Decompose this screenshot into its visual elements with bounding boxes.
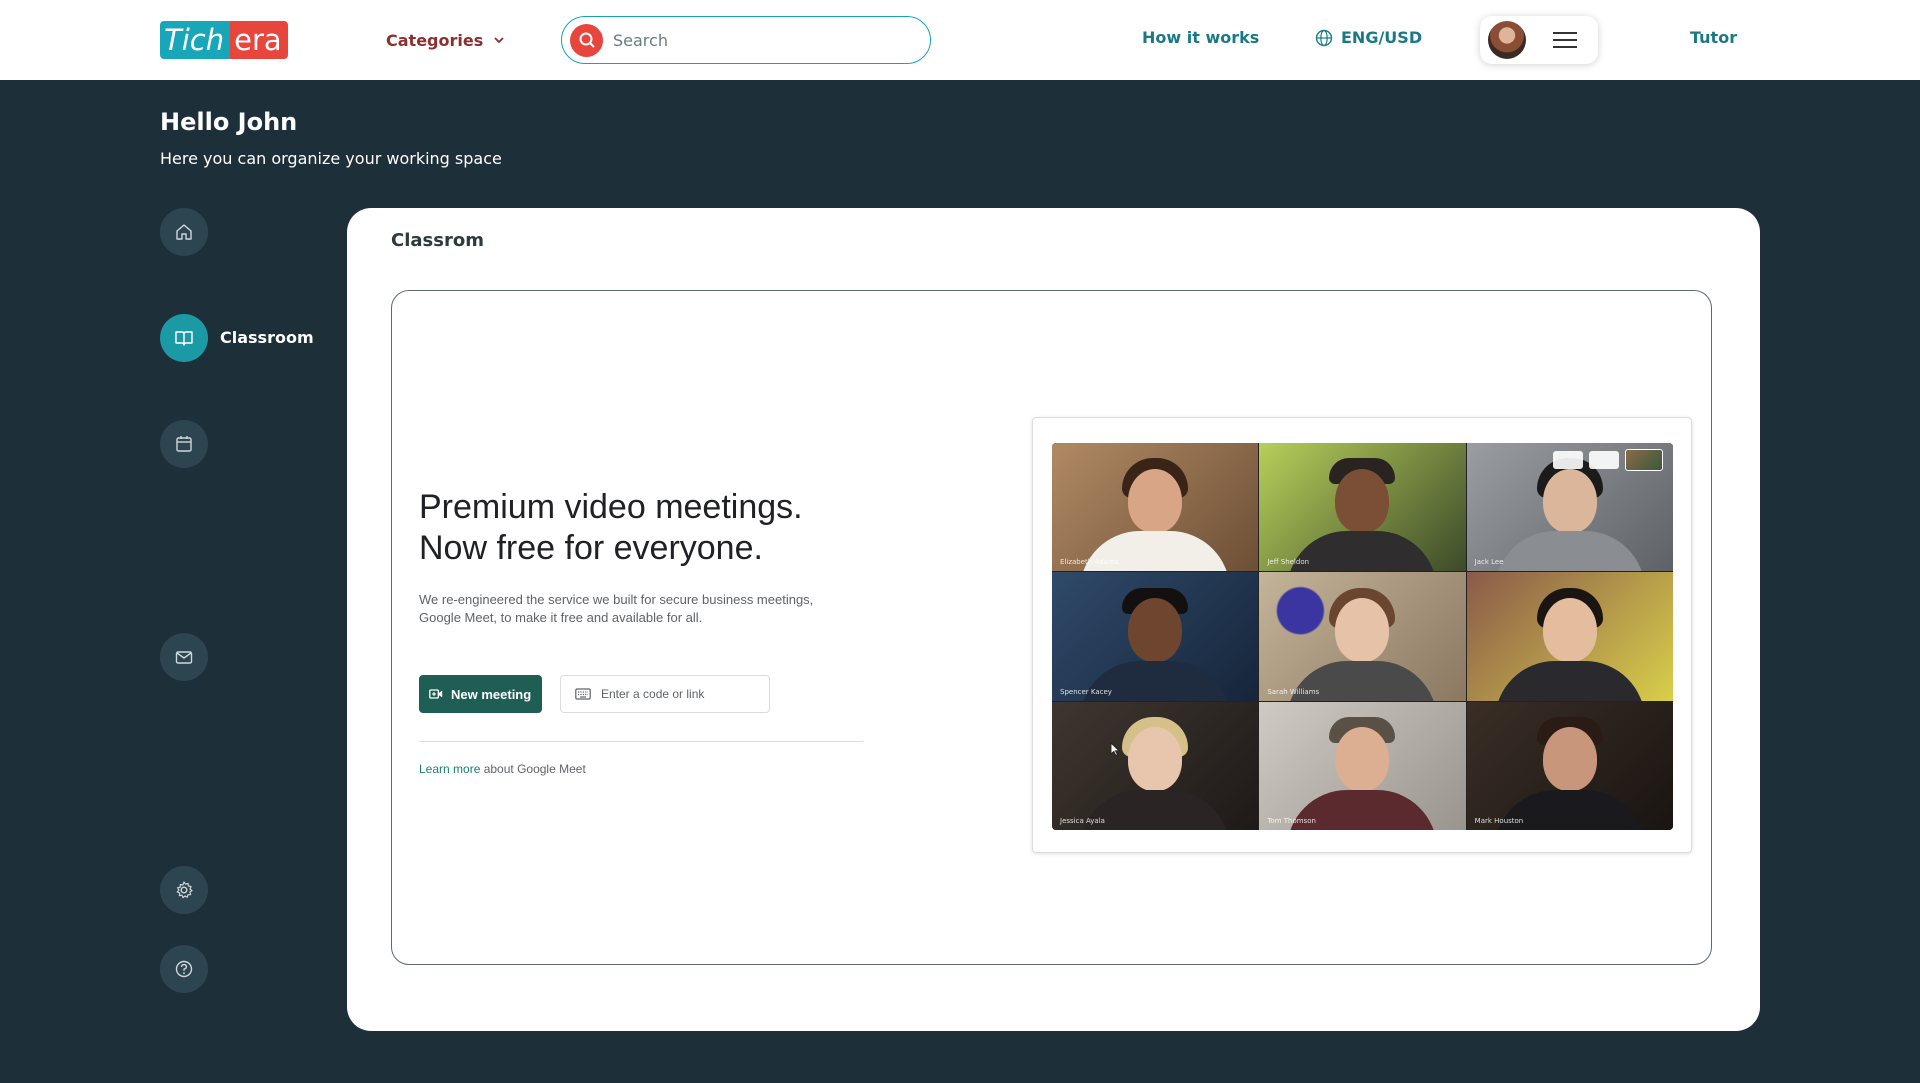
meeting-code-input[interactable] [601, 687, 761, 701]
help-icon [175, 960, 193, 978]
gear-icon [176, 881, 193, 899]
book-icon [175, 331, 193, 346]
participant-name: Jessica Ayala [1060, 816, 1105, 825]
divider [419, 741, 863, 742]
classroom-card: Classrom Premium video meetings. Now fre… [347, 208, 1760, 1031]
video-camera-icon [429, 689, 443, 699]
learn-more-text: Learn more about Google Meet [419, 762, 586, 776]
participant-tile: Sarah Williams [1259, 572, 1466, 701]
categories-dropdown[interactable]: Categories [386, 26, 506, 54]
participant-tile: Elizabeth Adams [1052, 443, 1259, 572]
tutor-link[interactable]: Tutor [1690, 28, 1737, 47]
top-navigation-bar: Tich era Categories How it works ENG/USD… [0, 0, 1920, 80]
participants-icon[interactable] [1552, 451, 1583, 469]
greeting-title: Hello John [160, 108, 298, 136]
meeting-controls [1552, 449, 1663, 471]
globe-icon [1315, 29, 1333, 46]
participant-tile: Mark Houston [1466, 701, 1673, 830]
new-meeting-label: New meeting [451, 686, 532, 702]
meet-headline-line-1: Premium video meetings. [419, 488, 803, 526]
user-menu-button[interactable] [1480, 16, 1598, 64]
mouse-cursor-icon [1110, 742, 1120, 756]
tichera-logo[interactable]: Tich era [160, 21, 288, 59]
meet-description: We re-engineered the service we built fo… [419, 592, 814, 625]
participant-tile: Jack Lee [1466, 443, 1673, 572]
greeting-subtitle: Here you can organize your working space [160, 149, 502, 168]
hamburger-menu-icon [1553, 32, 1577, 48]
search-bar [561, 16, 931, 64]
logo-part-tich: Tich [160, 21, 231, 59]
learn-more-link[interactable]: Learn more [419, 762, 480, 776]
participant-tile [1466, 572, 1673, 701]
meet-headline-line-2: Now free for everyone. [419, 529, 763, 567]
self-view-thumbnail [1624, 449, 1663, 471]
sidebar-item-classroom-label[interactable]: Classroom [220, 328, 314, 347]
sidebar-item-help[interactable] [160, 945, 208, 993]
sidebar-item-calendar[interactable] [160, 420, 208, 468]
participant-grid: Elizabeth Adams Jeff Sheldon Jack Lee Sp… [1052, 443, 1673, 830]
new-meeting-button[interactable]: New meeting [419, 675, 542, 713]
chevron-down-icon [494, 37, 504, 44]
home-icon [176, 224, 192, 240]
meet-headline: Premium video meetings. Now free for eve… [419, 487, 859, 569]
participant-name: Jack Lee [1474, 558, 1504, 567]
participant-name: Spencer Kacey [1060, 687, 1112, 696]
learn-more-suffix: about Google Meet [480, 762, 586, 776]
mail-icon [175, 651, 193, 664]
avatar [1488, 21, 1526, 59]
sidebar-item-home[interactable] [160, 208, 208, 256]
sidebar-item-settings[interactable] [160, 866, 208, 914]
participant-tile: Tom Thomson [1259, 701, 1466, 830]
search-icon[interactable] [570, 23, 603, 57]
participant-name: Jeff Sheldon [1267, 558, 1310, 567]
participant-tile: Jeff Sheldon [1259, 443, 1466, 572]
video-grid-preview: Elizabeth Adams Jeff Sheldon Jack Lee Sp… [1032, 417, 1692, 853]
participant-name: Elizabeth Adams [1060, 558, 1119, 567]
chat-icon[interactable] [1588, 451, 1619, 469]
participant-tile: Spencer Kacey [1052, 572, 1259, 701]
how-it-works-link[interactable]: How it works [1142, 28, 1259, 47]
page-title: Classrom [391, 230, 484, 251]
categories-label: Categories [386, 30, 484, 50]
participant-name: Mark Houston [1474, 816, 1524, 825]
embedded-google-meet-frame: Premium video meetings. Now free for eve… [391, 290, 1712, 965]
meeting-code-field [560, 675, 770, 713]
language-currency-selector[interactable]: ENG/USD [1315, 28, 1422, 47]
keyboard-icon [575, 688, 591, 700]
sidebar-item-messages[interactable] [160, 633, 208, 681]
sidebar-item-classroom[interactable] [160, 314, 208, 362]
search-input[interactable] [613, 30, 913, 50]
logo-part-era: era [230, 21, 288, 59]
participant-tile: Jessica Ayala [1052, 701, 1259, 830]
calendar-icon [176, 436, 192, 452]
participant-name: Tom Thomson [1267, 816, 1316, 825]
participant-name: Sarah Williams [1267, 687, 1320, 696]
language-label: ENG/USD [1341, 28, 1423, 47]
